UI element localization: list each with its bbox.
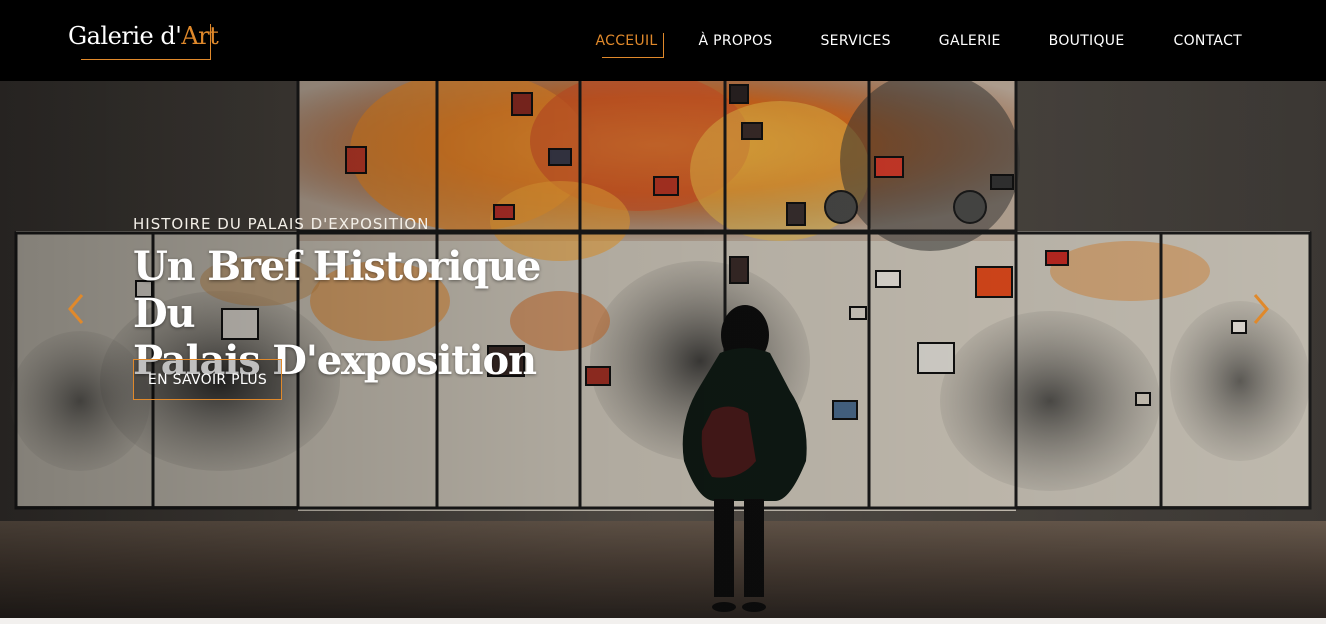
nav-item-a-propos[interactable]: À PROPOS (699, 31, 773, 51)
slider-next-button[interactable] (1249, 291, 1273, 327)
site-logo[interactable]: Galerie d'Art (68, 20, 219, 60)
hero-slider: HISTOIRE DU PALAIS D'EXPOSITION Un Bref … (0, 81, 1326, 618)
chevron-left-icon (68, 294, 84, 324)
site-header: Galerie d'Art ACCEUIL À PROPOS SERVICES … (0, 0, 1326, 81)
learn-more-button[interactable]: EN SAVOIR PLUS (133, 359, 282, 400)
nav-item-contact[interactable]: CONTACT (1174, 31, 1243, 51)
nav-item-galerie[interactable]: GALERIE (939, 31, 1001, 51)
logo-divider-vertical (210, 24, 211, 60)
page-bottom-strip (0, 618, 1326, 624)
nav-item-services[interactable]: SERVICES (820, 31, 890, 51)
logo-text-accent: Art (181, 22, 219, 50)
hero-eyebrow: HISTOIRE DU PALAIS D'EXPOSITION (133, 215, 430, 233)
nav-item-acceuil[interactable]: ACCEUIL (596, 31, 664, 58)
main-navigation: ACCEUIL À PROPOS SERVICES GALERIE BOUTIQ… (596, 30, 1243, 58)
logo-divider-horizontal (81, 59, 211, 60)
slider-prev-button[interactable] (64, 291, 88, 327)
chevron-right-icon (1253, 294, 1269, 324)
nav-item-boutique[interactable]: BOUTIQUE (1049, 31, 1125, 51)
logo-text-main: Galerie d' (68, 22, 182, 50)
hero-title-line1: Un Bref Historique Du (133, 243, 541, 337)
